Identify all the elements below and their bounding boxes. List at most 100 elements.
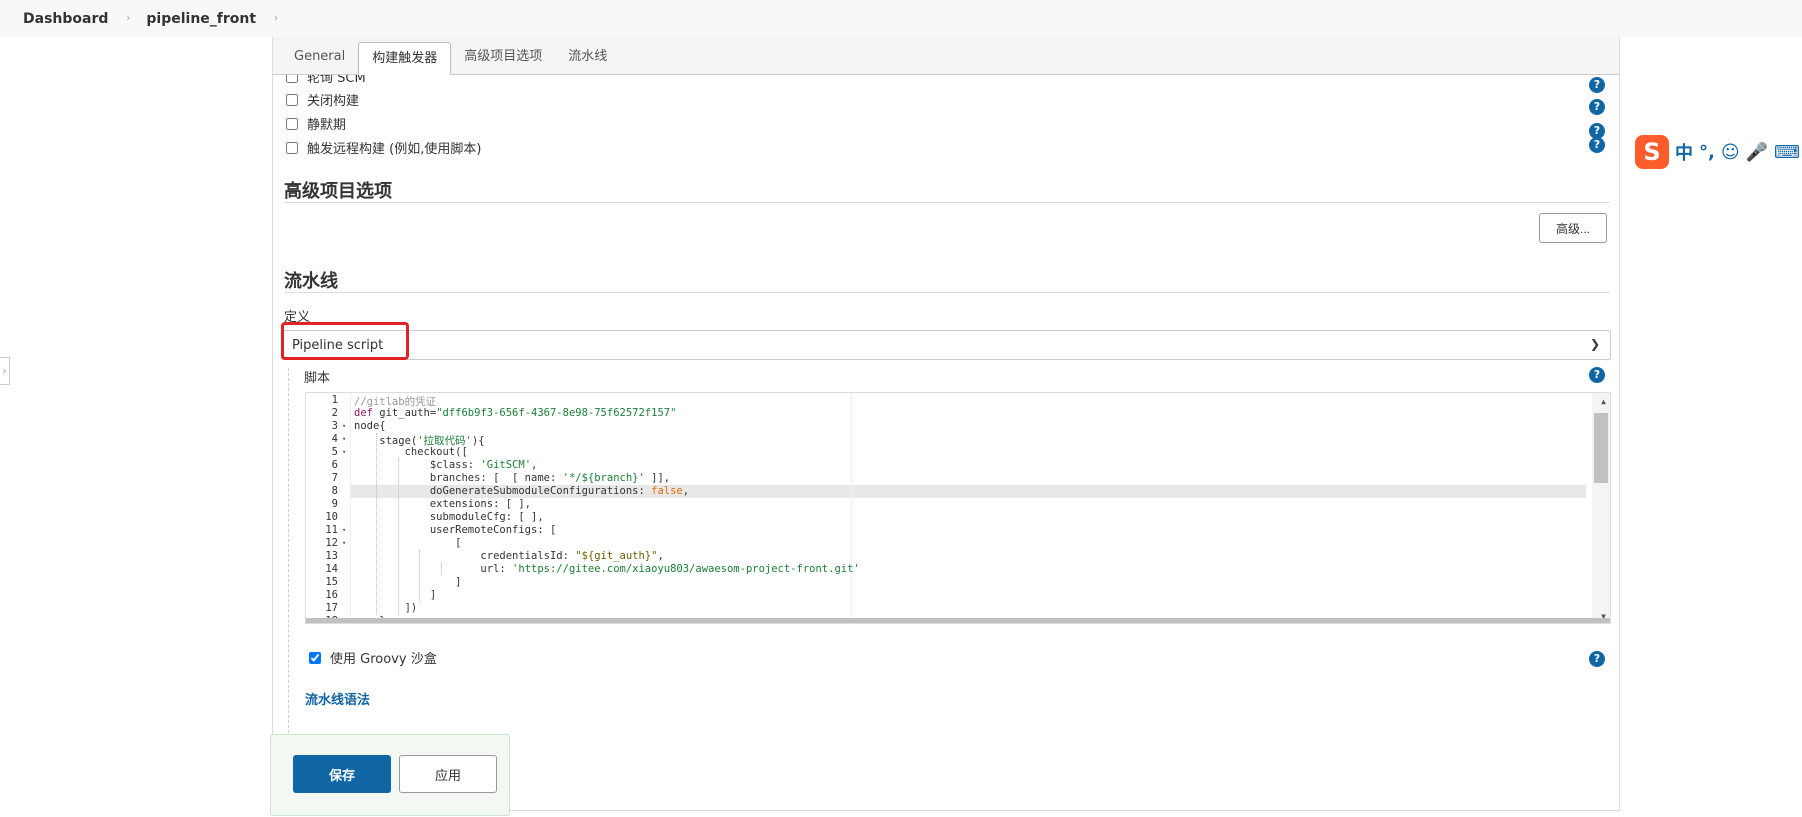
- line-number: 8: [331, 485, 338, 497]
- code-line[interactable]: branches: [ [ name: '*/${branch}' ]],: [354, 472, 670, 484]
- line-number: 11: [325, 524, 338, 536]
- ime-emoji-icon[interactable]: ☺: [1721, 142, 1740, 163]
- help-icon[interactable]: ?: [1589, 651, 1605, 667]
- tab-advanced-options[interactable]: 高级项目选项: [451, 41, 555, 74]
- code-token: url:: [354, 563, 513, 575]
- fold-toggle-icon[interactable]: ▾: [342, 526, 346, 534]
- line-number: 10: [325, 511, 338, 523]
- code-token: ,: [657, 550, 664, 562]
- code-line[interactable]: extensions: [ ],: [354, 498, 531, 510]
- code-token: ]: [354, 576, 462, 588]
- definition-select[interactable]: Pipeline script ❯: [281, 330, 1611, 360]
- config-panel: General 构建触发器 高级项目选项 流水线 轮询 SCM 关闭构建 ? ?…: [272, 37, 1620, 811]
- code-token: false: [651, 485, 683, 497]
- breadcrumb-project[interactable]: pipeline_front: [146, 11, 256, 27]
- apply-button[interactable]: 应用: [399, 755, 497, 793]
- pipeline-syntax-link[interactable]: 流水线语法: [305, 689, 370, 708]
- section-divider: [284, 292, 1610, 293]
- line-number: 1: [331, 394, 338, 406]
- line-number: 14: [325, 563, 338, 575]
- chevron-right-icon[interactable]: ›: [274, 13, 278, 24]
- breadcrumb-dashboard[interactable]: Dashboard: [23, 11, 108, 27]
- code-token: ,: [682, 485, 690, 497]
- editor-horizontal-scrollbar[interactable]: [306, 618, 1610, 623]
- fold-toggle-icon[interactable]: ▾: [342, 435, 346, 443]
- chevron-right-icon[interactable]: ›: [126, 13, 130, 24]
- code-line[interactable]: submoduleCfg: [ ],: [354, 511, 544, 523]
- ime-punctuation-icon[interactable]: °,: [1699, 142, 1715, 163]
- line-number: 7: [331, 472, 338, 484]
- line-number-gutter: 123▾4▾5▾67891011▾12▾131415161718: [306, 393, 351, 623]
- code-token: submoduleCfg: [ ],: [354, 511, 544, 523]
- fold-toggle-icon[interactable]: ▾: [342, 448, 346, 456]
- disable-build-label: 关闭构建: [307, 94, 360, 109]
- help-icon[interactable]: ?: [1589, 137, 1605, 153]
- line-number: 16: [325, 589, 338, 601]
- ime-microphone-icon[interactable]: 🎤: [1746, 142, 1768, 163]
- code-line[interactable]: checkout([: [354, 446, 468, 458]
- code-token: '*/${branch}': [562, 472, 645, 484]
- side-panel-toggle[interactable]: ›: [0, 357, 10, 385]
- save-button[interactable]: 保存: [293, 755, 391, 793]
- code-line[interactable]: [: [354, 537, 461, 549]
- code-line[interactable]: userRemoteConfigs: [: [354, 524, 556, 536]
- help-icon[interactable]: ?: [1589, 99, 1605, 115]
- quiet-period-checkbox[interactable]: [286, 117, 298, 130]
- code-token: def: [354, 407, 373, 419]
- print-margin: [851, 393, 852, 623]
- indent-guide: [376, 433, 377, 615]
- editor-vertical-scrollbar[interactable]: ▲ ▼: [1592, 393, 1610, 623]
- code-token: [: [354, 537, 462, 549]
- code-line[interactable]: $class: 'GitSCM',: [354, 459, 538, 471]
- nested-section-guide: [288, 368, 289, 738]
- code-line[interactable]: ]: [354, 576, 461, 588]
- remote-build-label: 触发远程构建 (例如,使用脚本): [307, 142, 482, 157]
- code-token: 'GitSCM': [480, 459, 532, 471]
- indent-guide: [419, 550, 420, 602]
- tab-build-triggers[interactable]: 构建触发器: [358, 42, 452, 75]
- code-token: ,: [531, 459, 538, 471]
- line-number: 4: [331, 433, 338, 445]
- code-token: userRemoteConfigs: [: [354, 524, 557, 536]
- code-line[interactable]: def git_auth="dff6b9f3-656f-4367-8e98-75…: [354, 407, 676, 419]
- help-icon[interactable]: ?: [1589, 367, 1605, 383]
- ime-toolbar: S 中 °, ☺ 🎤 ⌨: [1635, 135, 1802, 169]
- code-token: ){: [471, 435, 485, 447]
- ime-logo-icon[interactable]: S: [1635, 135, 1669, 169]
- code-line[interactable]: ]): [354, 602, 418, 614]
- definition-label: 定义: [284, 310, 311, 325]
- line-number: 13: [325, 550, 338, 562]
- line-number: 12: [325, 537, 338, 549]
- script-editor[interactable]: 123▾4▾5▾67891011▾12▾131415161718 //gitla…: [305, 392, 1611, 624]
- tab-pipeline[interactable]: 流水线: [555, 41, 620, 74]
- code-line[interactable]: doGenerateSubmoduleConfigurations: false…: [354, 485, 689, 497]
- trigger-quiet-period: 静默期: [286, 114, 346, 133]
- definition-select-value: Pipeline script: [292, 337, 384, 353]
- code-line[interactable]: url: 'https://gitee.com/xiaoyu803/awaeso…: [354, 563, 859, 575]
- code-line[interactable]: ]: [354, 589, 436, 601]
- fold-toggle-icon[interactable]: ▾: [342, 422, 346, 430]
- groovy-sandbox-label: 使用 Groovy 沙盒: [330, 652, 437, 667]
- pipeline-section-title: 流水线: [284, 271, 338, 292]
- code-token: $class:: [354, 459, 481, 471]
- advanced-button[interactable]: 高级...: [1539, 213, 1607, 243]
- help-icon[interactable]: ?: [1589, 77, 1605, 93]
- disable-build-checkbox[interactable]: [286, 93, 298, 106]
- line-number: 9: [331, 498, 338, 510]
- ime-chinese-mode[interactable]: 中: [1675, 139, 1693, 165]
- code-line[interactable]: node{: [354, 420, 386, 432]
- scrollbar-thumb[interactable]: [1594, 413, 1608, 483]
- advanced-section-title: 高级项目选项: [284, 181, 392, 202]
- code-token: ]: [354, 589, 437, 601]
- groovy-sandbox-checkbox[interactable]: [309, 651, 321, 664]
- groovy-sandbox-option: 使用 Groovy 沙盒: [309, 648, 437, 667]
- tab-general[interactable]: General: [281, 41, 358, 74]
- code-token: "${git_auth}": [575, 550, 658, 562]
- code-line[interactable]: credentialsId: "${git_auth}",: [354, 550, 664, 562]
- code-token: node{: [354, 420, 386, 432]
- ime-keyboard-icon[interactable]: ⌨: [1774, 142, 1800, 163]
- fold-toggle-icon[interactable]: ▾: [342, 539, 346, 547]
- remote-build-checkbox[interactable]: [286, 141, 298, 154]
- code-token: git_auth=: [372, 407, 437, 419]
- scroll-up-icon[interactable]: ▲: [1601, 397, 1606, 406]
